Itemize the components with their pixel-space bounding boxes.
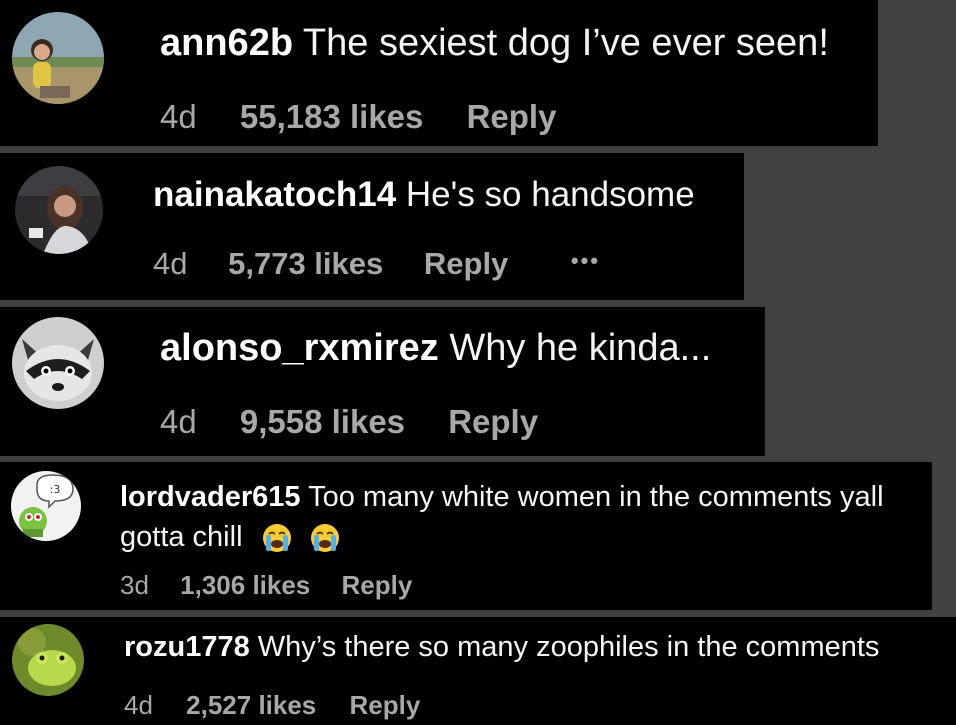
comment-card: alonso_rxmirez Why he kinda... 4d 9,558 … <box>0 307 765 456</box>
avatar[interactable] <box>12 317 104 409</box>
comment-username[interactable]: lordvader615 <box>120 481 301 513</box>
avatar[interactable] <box>15 166 103 254</box>
comment-age: 4d <box>160 98 197 135</box>
likes-count[interactable]: 2,527 likes <box>186 690 316 721</box>
comment-body: Too many white women in the comments yal… <box>308 481 884 513</box>
avatar-photo-icon <box>12 317 104 409</box>
loudly-crying-face-icon <box>262 524 291 553</box>
likes-count[interactable]: 9,558 likes <box>240 403 405 441</box>
comment-card: nainakatoch14 He's so handsome 4d 5,773 … <box>0 153 744 300</box>
comment-card: ann62b The sexiest dog I’ve ever seen! 4… <box>0 0 878 146</box>
likes-count[interactable]: 55,183 likes <box>240 98 424 136</box>
comment-meta: 4d 5,773 likes Reply ••• <box>153 246 600 282</box>
comment-age: 3d <box>120 570 149 600</box>
comment-age: 4d <box>160 403 197 440</box>
comment-card: :3 lordvader615 Too many white women in … <box>0 462 932 610</box>
avatar-badge-text: :3 <box>50 483 61 496</box>
avatar-photo-icon <box>15 166 103 254</box>
comment-meta: 4d 9,558 likes Reply <box>160 403 538 441</box>
comment-age: 4d <box>124 690 153 720</box>
comment-username[interactable]: rozu1778 <box>124 631 250 663</box>
reply-button[interactable]: Reply <box>424 246 508 282</box>
comment-age: 4d <box>153 246 188 281</box>
loudly-crying-face-icon <box>310 524 339 553</box>
comment-text: ann62b The sexiest dog I’ve ever seen! <box>160 22 829 65</box>
comment-meta: 4d 55,183 likes Reply <box>160 98 556 136</box>
more-options-icon[interactable]: ••• <box>571 248 600 274</box>
comment-card: rozu1778 Why’s there so many zoophiles i… <box>0 617 956 725</box>
comment-meta: 4d 2,527 likes Reply <box>124 690 420 721</box>
comment-body: He's so handsome <box>405 175 695 214</box>
comment-username[interactable]: nainakatoch14 <box>153 175 396 214</box>
comment-text: lordvader615 Too many white women in the… <box>120 477 884 557</box>
avatar[interactable] <box>12 624 84 696</box>
avatar-photo-icon <box>12 12 104 104</box>
avatar-sticker-icon: :3 <box>11 471 81 541</box>
likes-count[interactable]: 5,773 likes <box>228 246 383 282</box>
comment-meta: 3d 1,306 likes Reply <box>120 570 412 601</box>
comment-text: alonso_rxmirez Why he kinda... <box>160 327 711 370</box>
comment-body: The sexiest dog I’ve ever seen! <box>302 22 829 64</box>
avatar-frog-icon <box>12 624 84 696</box>
reply-button[interactable]: Reply <box>350 690 421 721</box>
comment-body: Why he kinda... <box>449 327 712 369</box>
likes-count[interactable]: 1,306 likes <box>180 570 310 601</box>
reply-button[interactable]: Reply <box>448 403 538 441</box>
comment-text: rozu1778 Why’s there so many zoophiles i… <box>124 631 879 664</box>
comment-body: Why’s there so many zoophiles in the com… <box>257 631 880 663</box>
comment-username[interactable]: ann62b <box>160 22 293 64</box>
comment-body-line2: gotta chill <box>120 521 243 553</box>
comment-username[interactable]: alonso_rxmirez <box>160 327 439 369</box>
reply-button[interactable]: Reply <box>342 570 413 601</box>
comment-text: nainakatoch14 He's so handsome <box>153 175 695 215</box>
reply-button[interactable]: Reply <box>467 98 557 136</box>
avatar[interactable]: :3 <box>11 471 81 541</box>
avatar[interactable] <box>12 12 104 104</box>
